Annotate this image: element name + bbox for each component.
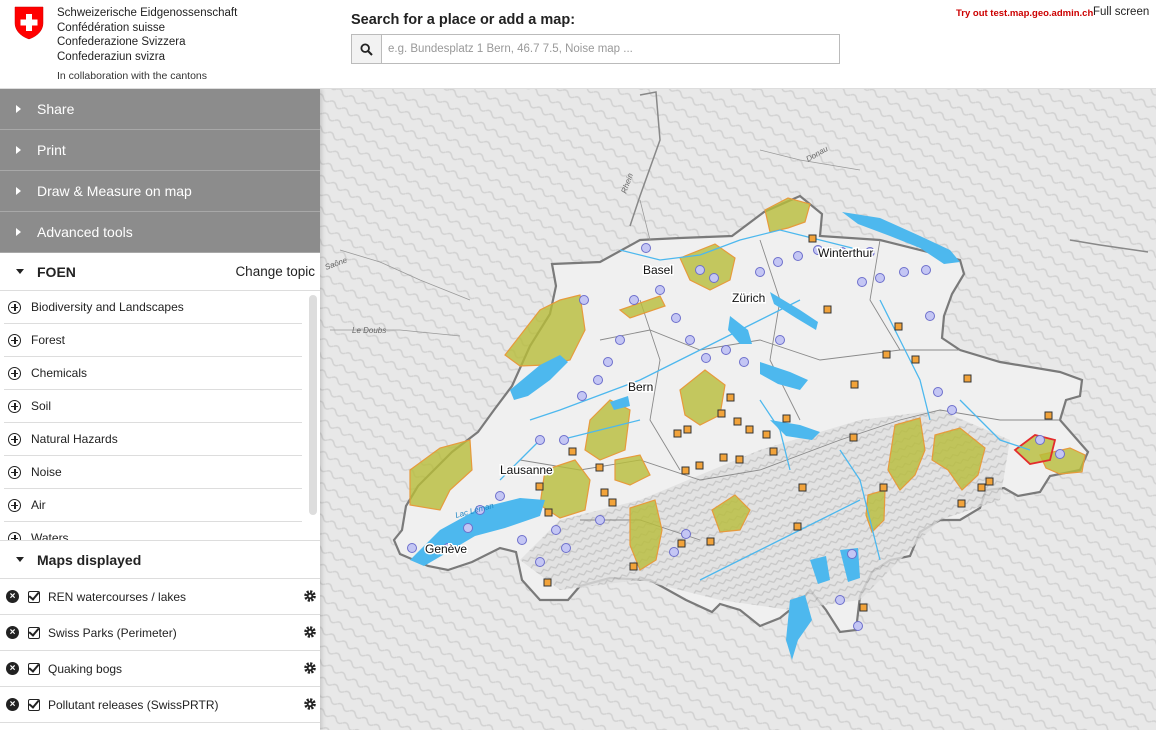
- chevron-right-icon: [16, 146, 21, 154]
- expand-icon: [8, 366, 21, 380]
- confederation-name: Schweizerische Eidgenossenschaft Confédé…: [57, 7, 238, 63]
- remove-layer-icon[interactable]: ×: [6, 626, 19, 639]
- chevron-right-icon: [16, 105, 21, 113]
- layer-row: × Swiss Parks (Perimeter): [0, 615, 320, 651]
- catalog-item[interactable]: Biodiversity and Landscapes: [4, 291, 302, 324]
- topic-header[interactable]: FOEN Change topic: [0, 253, 320, 291]
- city-label: Bern: [628, 380, 653, 394]
- topic-title: FOEN: [37, 263, 76, 280]
- expand-icon: [8, 300, 21, 314]
- search-input[interactable]: [382, 35, 839, 63]
- fullscreen-button[interactable]: Full screen: [1093, 6, 1149, 18]
- gear-icon[interactable]: [303, 661, 317, 675]
- river-label: Le Doubs: [352, 326, 386, 335]
- expand-icon: [8, 432, 21, 446]
- catalog-scrollbar[interactable]: [309, 295, 317, 515]
- catalog-item[interactable]: Forest: [4, 324, 302, 357]
- expand-icon: [8, 498, 21, 512]
- maps-displayed-header[interactable]: Maps displayed: [0, 541, 320, 579]
- catalog-item[interactable]: Chemicals: [4, 357, 302, 390]
- city-label: Winterthur: [818, 246, 873, 260]
- layer-visibility-checkbox[interactable]: [28, 698, 40, 711]
- city-label: Basel: [643, 263, 673, 277]
- city-label: Genève: [425, 542, 467, 556]
- catalog-item[interactable]: Soil: [4, 390, 302, 423]
- tool-print[interactable]: Print: [0, 130, 320, 171]
- catalog-item[interactable]: Waters: [4, 522, 302, 540]
- chevron-down-icon: [16, 269, 24, 274]
- gear-icon[interactable]: [303, 625, 317, 639]
- catalog-item[interactable]: Noise: [4, 456, 302, 489]
- catalog-item[interactable]: Air: [4, 489, 302, 522]
- search-label: Search for a place or add a map:: [351, 12, 576, 28]
- remove-layer-icon[interactable]: ×: [6, 590, 19, 603]
- gear-icon[interactable]: [303, 697, 317, 711]
- expand-icon: [8, 465, 21, 479]
- search-box: [351, 34, 840, 64]
- change-topic-button[interactable]: Change topic: [235, 264, 315, 279]
- tryout-link[interactable]: Try out test.map.geo.admin.ch: [956, 8, 1093, 19]
- map-svg[interactable]: Basel Zürich Winterthur Bern Lausanne Ge…: [320, 89, 1156, 730]
- city-label: Zürich: [732, 291, 765, 305]
- chevron-right-icon: [16, 187, 21, 195]
- expand-icon: [8, 399, 21, 413]
- side-panel: Share Print Draw & Measure on map Advanc…: [0, 89, 320, 730]
- tool-share[interactable]: Share: [0, 89, 320, 130]
- layer-visibility-checkbox[interactable]: [28, 626, 40, 639]
- maps-displayed-title: Maps displayed: [37, 551, 142, 568]
- city-label: Lausanne: [500, 463, 553, 477]
- gear-icon[interactable]: [303, 589, 317, 603]
- collaboration-note: In collaboration with the cantons: [57, 70, 208, 82]
- expand-icon: [8, 333, 21, 347]
- chevron-right-icon: [16, 228, 21, 236]
- layer-visibility-checkbox[interactable]: [28, 662, 40, 675]
- catalog-item[interactable]: Natural Hazards: [4, 423, 302, 456]
- search-button[interactable]: [352, 35, 382, 63]
- chevron-down-icon: [16, 557, 24, 562]
- expand-icon: [8, 531, 21, 540]
- remove-layer-icon[interactable]: ×: [6, 698, 19, 711]
- search-icon: [360, 42, 373, 56]
- remove-layer-icon[interactable]: ×: [6, 662, 19, 675]
- map-canvas[interactable]: Basel Zürich Winterthur Bern Lausanne Ge…: [320, 89, 1156, 730]
- tool-draw-measure[interactable]: Draw & Measure on map: [0, 171, 320, 212]
- layer-row: × Quaking bogs: [0, 651, 320, 687]
- layer-row: × REN watercourses / lakes: [0, 579, 320, 615]
- swiss-coat-of-arms-icon: [14, 6, 44, 40]
- catalog-tree: Biodiversity and Landscapes Forest Chemi…: [0, 291, 320, 541]
- tool-advanced[interactable]: Advanced tools: [0, 212, 320, 253]
- layer-row: × Pollutant releases (SwissPRTR): [0, 687, 320, 723]
- header: Schweizerische Eidgenossenschaft Confédé…: [0, 0, 1156, 89]
- layer-visibility-checkbox[interactable]: [28, 590, 40, 603]
